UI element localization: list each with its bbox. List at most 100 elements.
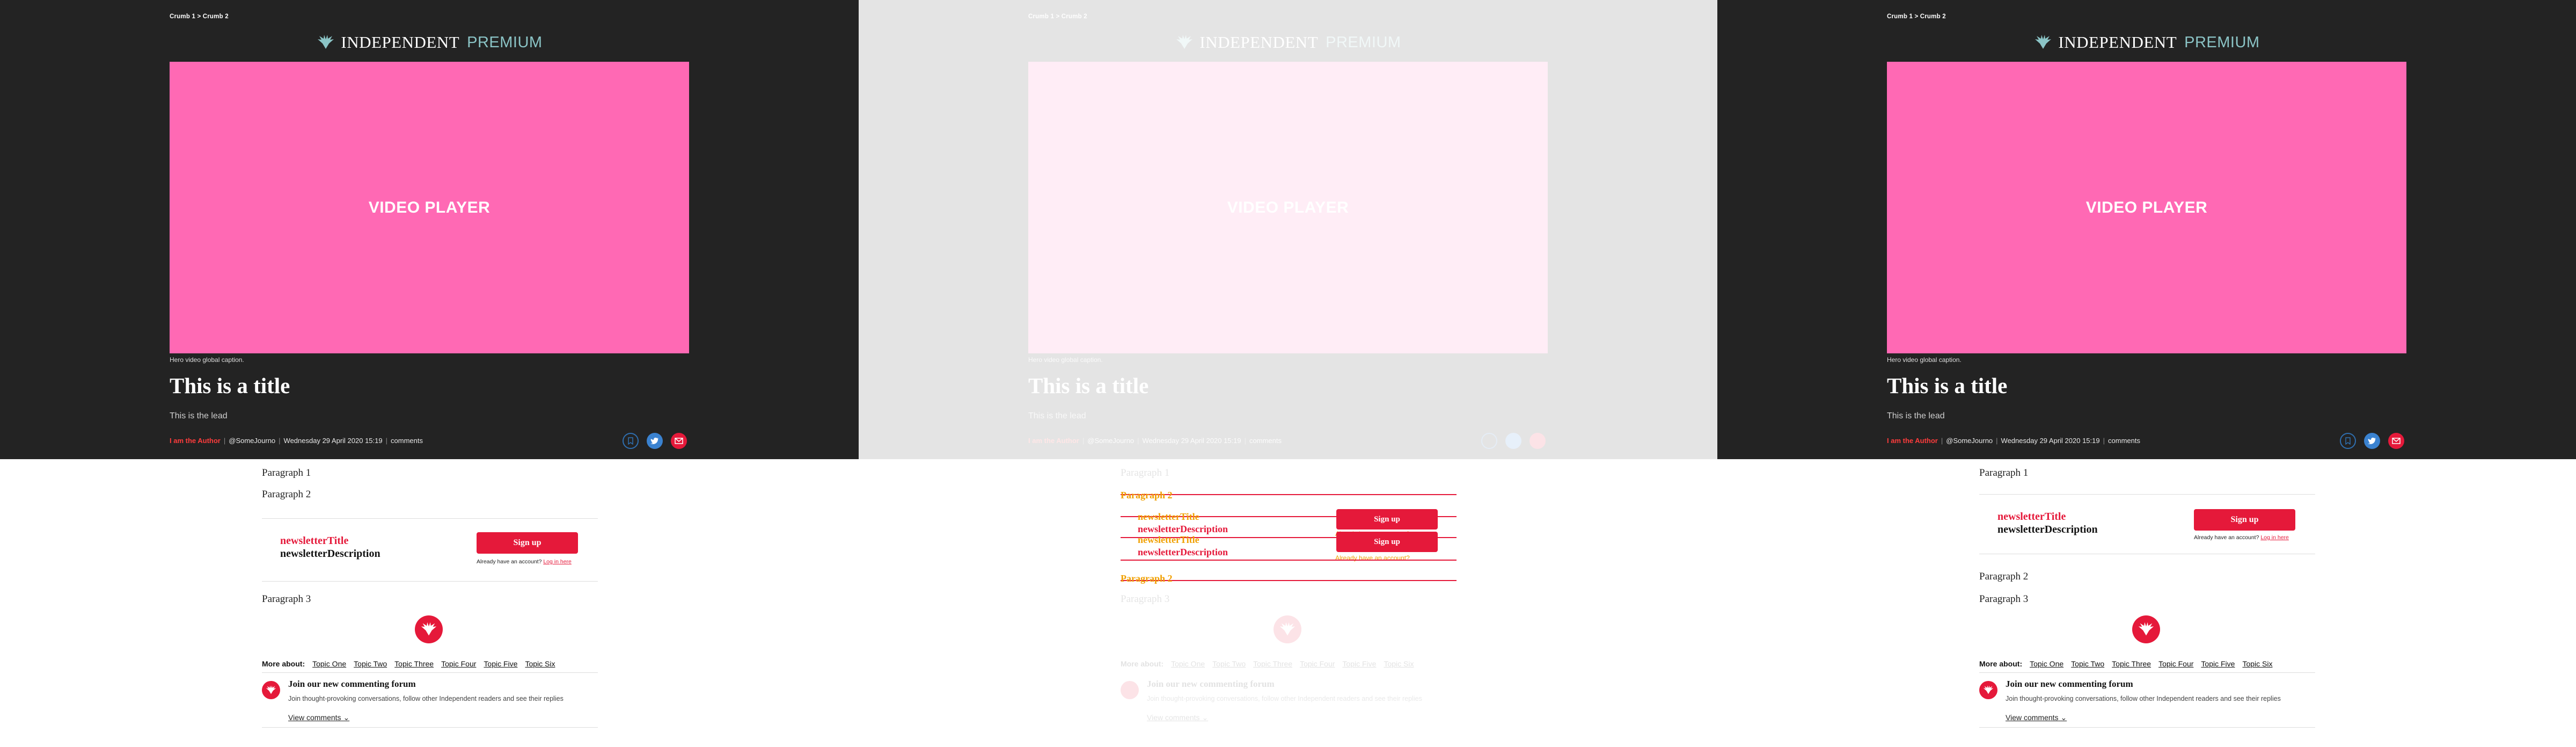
- topic-link[interactable]: Topic Three: [394, 659, 434, 668]
- divider: [1121, 560, 1457, 561]
- brand-name: INDEPENDENT: [2058, 33, 2177, 52]
- paragraph-3: Paragraph 3: [1979, 593, 2029, 605]
- signup-button[interactable]: Sign up: [2194, 509, 2295, 531]
- topic-link[interactable]: Topic Five: [2201, 659, 2235, 668]
- twitter-icon[interactable]: [647, 433, 663, 449]
- login-link[interactable]: Log in here: [543, 559, 572, 565]
- video-caption: Hero video global caption.: [1887, 356, 1962, 364]
- brand-name: INDEPENDENT: [341, 33, 460, 52]
- forum-description: Join thought-provoking conversations, fo…: [2006, 695, 2281, 702]
- divider: [1979, 727, 2315, 728]
- topic-link[interactable]: Topic Five: [484, 659, 517, 668]
- comments-link[interactable]: comments: [2108, 437, 2140, 445]
- breadcrumb[interactable]: Crumb 1 > Crumb 2: [1887, 13, 1946, 20]
- bookmark-icon[interactable]: [2340, 433, 2356, 449]
- signup-button[interactable]: Sign up: [1336, 509, 1438, 530]
- view-comments-button[interactable]: View comments ⌄: [2006, 713, 2067, 722]
- topic-link[interactable]: Topic Two: [354, 659, 387, 668]
- newsletter-signup: newsletterTitle newsletterDescription Si…: [1979, 494, 2315, 554]
- email-icon[interactable]: [671, 433, 687, 449]
- newsletter-description: newsletterDescription: [1138, 524, 1228, 534]
- paragraph-2: Paragraph 2: [1979, 571, 2029, 582]
- divider: [262, 727, 598, 728]
- article-variant-1: Crumb 1 > Crumb 2 INDEPENDENT PREMIUM VI…: [0, 0, 859, 747]
- topic-link[interactable]: Topic One: [2030, 659, 2063, 668]
- brand-suffix: PREMIUM: [2184, 33, 2260, 51]
- video-player-label: VIDEO PLAYER: [368, 198, 491, 216]
- twitter-icon[interactable]: [2364, 433, 2380, 449]
- view-comments-button[interactable]: View comments ⌄: [288, 713, 349, 722]
- newsletter-description: newsletterDescription: [1138, 547, 1228, 557]
- signup-button[interactable]: Sign up: [1336, 532, 1438, 552]
- forum-title: Join our new commenting forum: [2006, 679, 2133, 689]
- article-variant-3: Crumb 1 > Crumb 2 INDEPENDENT PREMIUM VI…: [1717, 0, 2576, 747]
- more-about: More about: Topic One Topic Two Topic Three…: [262, 659, 562, 668]
- eagle-icon: [316, 33, 335, 52]
- brand-logo[interactable]: INDEPENDENT PREMIUM: [0, 30, 859, 55]
- email-icon[interactable]: [2388, 433, 2404, 449]
- view-comments-label: View comments: [288, 713, 341, 722]
- newsletter-description: newsletterDescription: [280, 548, 380, 560]
- bookmark-icon[interactable]: [623, 433, 639, 449]
- author-link[interactable]: I am the Author: [1887, 437, 1938, 445]
- topic-link[interactable]: Topic One: [312, 659, 346, 668]
- chevron-down-icon: ⌄: [2060, 713, 2067, 722]
- account-prompt: Already have an account? Log in here: [2194, 534, 2289, 541]
- publish-date: Wednesday 29 April 2020 15:19: [283, 437, 383, 445]
- video-caption: Hero video global caption.: [170, 356, 244, 364]
- byline: I am the Author|@SomeJourno|Wednesday 29…: [170, 437, 423, 445]
- topic-link[interactable]: Topic Three: [2112, 659, 2151, 668]
- video-player[interactable]: VIDEO PLAYER: [170, 62, 689, 353]
- article-title: This is a title: [170, 373, 290, 398]
- account-prompt: Already have an account? Log in here: [477, 559, 572, 565]
- account-text: Already have an account?: [2194, 534, 2259, 541]
- author-link[interactable]: I am the Author: [170, 437, 221, 445]
- divider: [262, 672, 598, 673]
- login-link[interactable]: Log in here: [2260, 534, 2289, 541]
- paragraph-2: Paragraph 2: [1121, 573, 1173, 584]
- newsletter-title: newsletterTitle: [1138, 511, 1199, 522]
- paragraph-1: Paragraph 1: [262, 467, 311, 478]
- topic-link[interactable]: Topic Six: [525, 659, 555, 668]
- more-about: More about: Topic One Topic Two Topic Three…: [1979, 659, 2280, 668]
- forum-description: Join thought-provoking conversations, fo…: [288, 695, 564, 702]
- hero-section: Crumb 1 > Crumb 2 INDEPENDENT PREMIUM VI…: [0, 0, 859, 459]
- eagle-icon: [1979, 681, 1997, 699]
- more-about-label: More about:: [262, 659, 305, 668]
- video-player-label: VIDEO PLAYER: [2085, 198, 2208, 216]
- more-about-label: More about:: [1979, 659, 2023, 668]
- view-comments-label: View comments: [2006, 713, 2059, 722]
- newsletter-title: newsletterTitle: [1138, 534, 1199, 545]
- author-handle[interactable]: @SomeJourno: [1946, 437, 1993, 445]
- comments-link[interactable]: comments: [391, 437, 423, 445]
- article-title: This is a title: [1887, 373, 2008, 398]
- article-variant-2: Crumb 1 > Crumb 2 INDEPENDENT PREMIUM VI…: [859, 0, 1717, 747]
- topic-link[interactable]: Topic Four: [2158, 659, 2193, 668]
- topic-link[interactable]: Topic Four: [441, 659, 476, 668]
- topic-link[interactable]: Topic Six: [2242, 659, 2272, 668]
- topic-link[interactable]: Topic Two: [2071, 659, 2104, 668]
- account-text: Already have an account?: [477, 559, 542, 565]
- breadcrumb[interactable]: Crumb 1 > Crumb 2: [170, 13, 229, 20]
- newsletter-title: newsletterTitle: [280, 535, 349, 547]
- loading-overlay: [859, 0, 1717, 747]
- author-handle[interactable]: @SomeJourno: [229, 437, 275, 445]
- video-player[interactable]: VIDEO PLAYER: [1887, 62, 2406, 353]
- paragraph-2: Paragraph 2: [1121, 490, 1173, 501]
- chevron-down-icon: ⌄: [343, 713, 350, 722]
- newsletter-signup: newsletterTitle newsletterDescription Si…: [262, 518, 598, 582]
- divider: [1979, 672, 2315, 673]
- publish-date: Wednesday 29 April 2020 15:19: [2001, 437, 2100, 445]
- article-lead: This is the lead: [170, 411, 228, 420]
- brand-suffix: PREMIUM: [467, 33, 543, 51]
- eagle-roundel-icon: [415, 615, 443, 643]
- newsletter-title: newsletterTitle: [1997, 511, 2066, 523]
- eagle-icon: [262, 681, 280, 699]
- signup-button[interactable]: Sign up: [477, 532, 578, 554]
- forum-title: Join our new commenting forum: [288, 679, 416, 689]
- brand-logo[interactable]: INDEPENDENT PREMIUM: [1717, 30, 2576, 55]
- eagle-icon: [2033, 33, 2053, 52]
- byline: I am the Author|@SomeJourno|Wednesday 29…: [1887, 437, 2140, 445]
- eagle-roundel-icon: [2132, 615, 2160, 643]
- newsletter-description: newsletterDescription: [1997, 524, 2098, 535]
